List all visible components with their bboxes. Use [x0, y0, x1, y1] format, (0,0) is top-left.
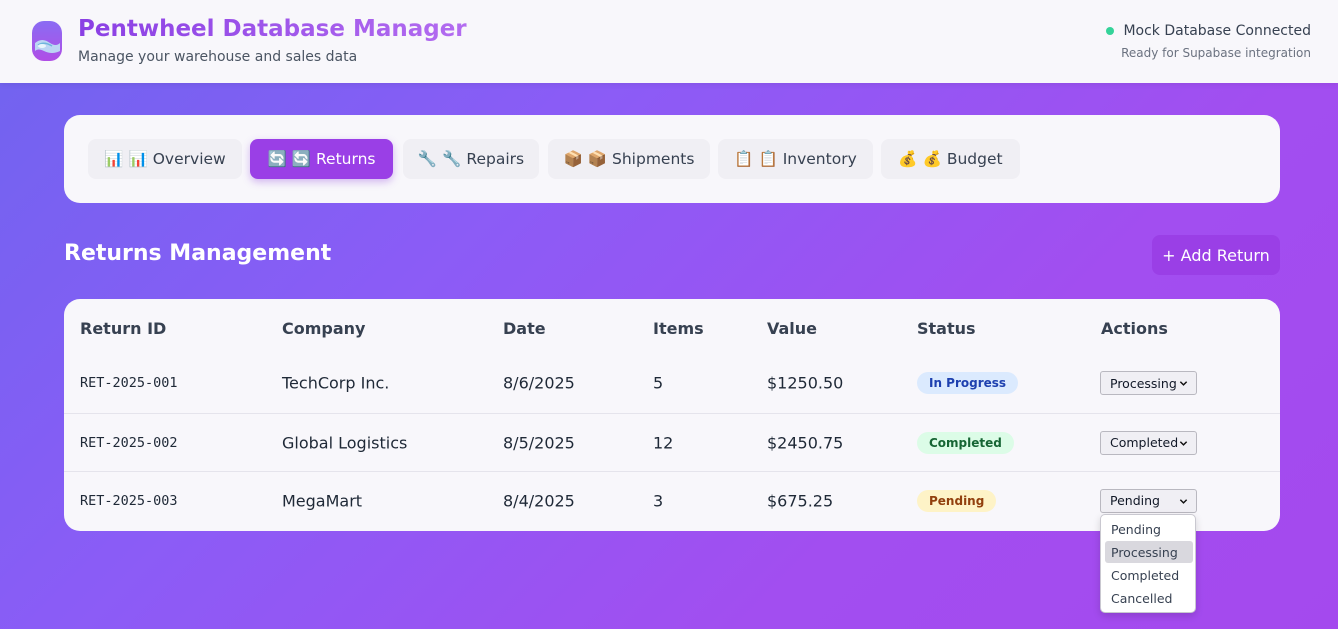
table-row: RET-2025-002 Global Logistics 8/5/2025 1… — [64, 413, 1280, 471]
app-title: Pentwheel Database Manager — [78, 16, 467, 42]
status-badge: Pending — [917, 489, 997, 512]
status-badge: In Progress — [917, 372, 1019, 394]
items-count: 5 — [653, 373, 664, 393]
company: TechCorp Inc. — [282, 373, 390, 393]
date: 8/4/2025 — [503, 491, 575, 510]
date: 8/5/2025 — [503, 433, 575, 452]
status-dropdown-menu: Pending Processing Completed Cancelled — [1100, 514, 1196, 613]
chevron-down-icon — [1179, 381, 1188, 386]
status-dot-icon — [1106, 27, 1115, 35]
add-return-button[interactable]: + Add Return — [1152, 235, 1280, 275]
date: 8/6/2025 — [503, 373, 575, 393]
dropdown-option-completed[interactable]: Completed — [1105, 564, 1193, 586]
company: Global Logistics — [282, 433, 408, 452]
tab-overview[interactable]: 📊 📊 Overview — [88, 139, 242, 179]
return-id: RET-2025-002 — [80, 434, 178, 451]
status-select[interactable]: Processing — [1100, 371, 1197, 395]
status-select[interactable]: Completed — [1100, 430, 1197, 455]
tab-repairs[interactable]: 🔧 🔧 Repairs — [403, 139, 539, 179]
tab-budget[interactable]: 💰 💰 Budget — [881, 139, 1020, 179]
table-row: RET-2025-001 TechCorp Inc. 8/6/2025 5 $1… — [64, 354, 1280, 412]
page-title: Returns Management — [64, 241, 332, 266]
value: $2450.75 — [767, 433, 844, 452]
connection-status: Mock Database Connected — [1106, 23, 1311, 39]
status-badge: Completed — [917, 431, 1014, 454]
app-subtitle: Manage your warehouse and sales data — [78, 49, 358, 65]
status-select-value: Pending — [1110, 493, 1160, 508]
value: $675.25 — [767, 491, 834, 510]
connection-status-text: Mock Database Connected — [1123, 23, 1311, 39]
connection-status-subtext: Ready for Supabase integration — [1121, 46, 1311, 60]
items-count: 12 — [653, 433, 674, 452]
tab-bar: 📊 📊 Overview 🔄 🔄 Returns 🔧 🔧 Repairs 📦 📦… — [64, 115, 1280, 203]
column-header-actions: Actions — [1101, 319, 1168, 338]
table-row: RET-2025-003 MegaMart 8/4/2025 3 $675.25… — [64, 471, 1280, 529]
chevron-down-icon — [1179, 498, 1188, 504]
company: MegaMart — [282, 491, 363, 510]
returns-table: Return ID Company Date Items Value Statu… — [64, 299, 1280, 531]
status-select-value: Completed — [1110, 435, 1179, 450]
app-header: Pentwheel Database Manager Manage your w… — [0, 0, 1338, 83]
column-header-value: Value — [767, 319, 818, 338]
column-header-return-id: Return ID — [80, 319, 167, 338]
dropdown-option-cancelled[interactable]: Cancelled — [1105, 587, 1193, 609]
status-select[interactable]: Pending — [1100, 488, 1197, 513]
column-header-company: Company — [282, 319, 366, 338]
column-header-date: Date — [503, 319, 546, 338]
dropdown-option-pending[interactable]: Pending — [1105, 518, 1193, 540]
dropdown-option-processing[interactable]: Processing — [1105, 541, 1193, 563]
items-count: 3 — [653, 491, 664, 510]
tab-returns[interactable]: 🔄 🔄 Returns — [250, 139, 393, 179]
return-id: RET-2025-003 — [80, 492, 178, 509]
column-header-items: Items — [653, 319, 704, 338]
tab-inventory[interactable]: 📋 📋 Inventory — [718, 139, 873, 179]
pentwheel-logo-icon — [32, 21, 62, 61]
return-id: RET-2025-001 — [80, 375, 178, 391]
chevron-down-icon — [1179, 440, 1188, 446]
status-select-value: Processing — [1110, 375, 1177, 391]
tab-shipments[interactable]: 📦 📦 Shipments — [548, 139, 710, 179]
column-header-status: Status — [917, 319, 976, 338]
value: $1250.50 — [767, 373, 844, 393]
